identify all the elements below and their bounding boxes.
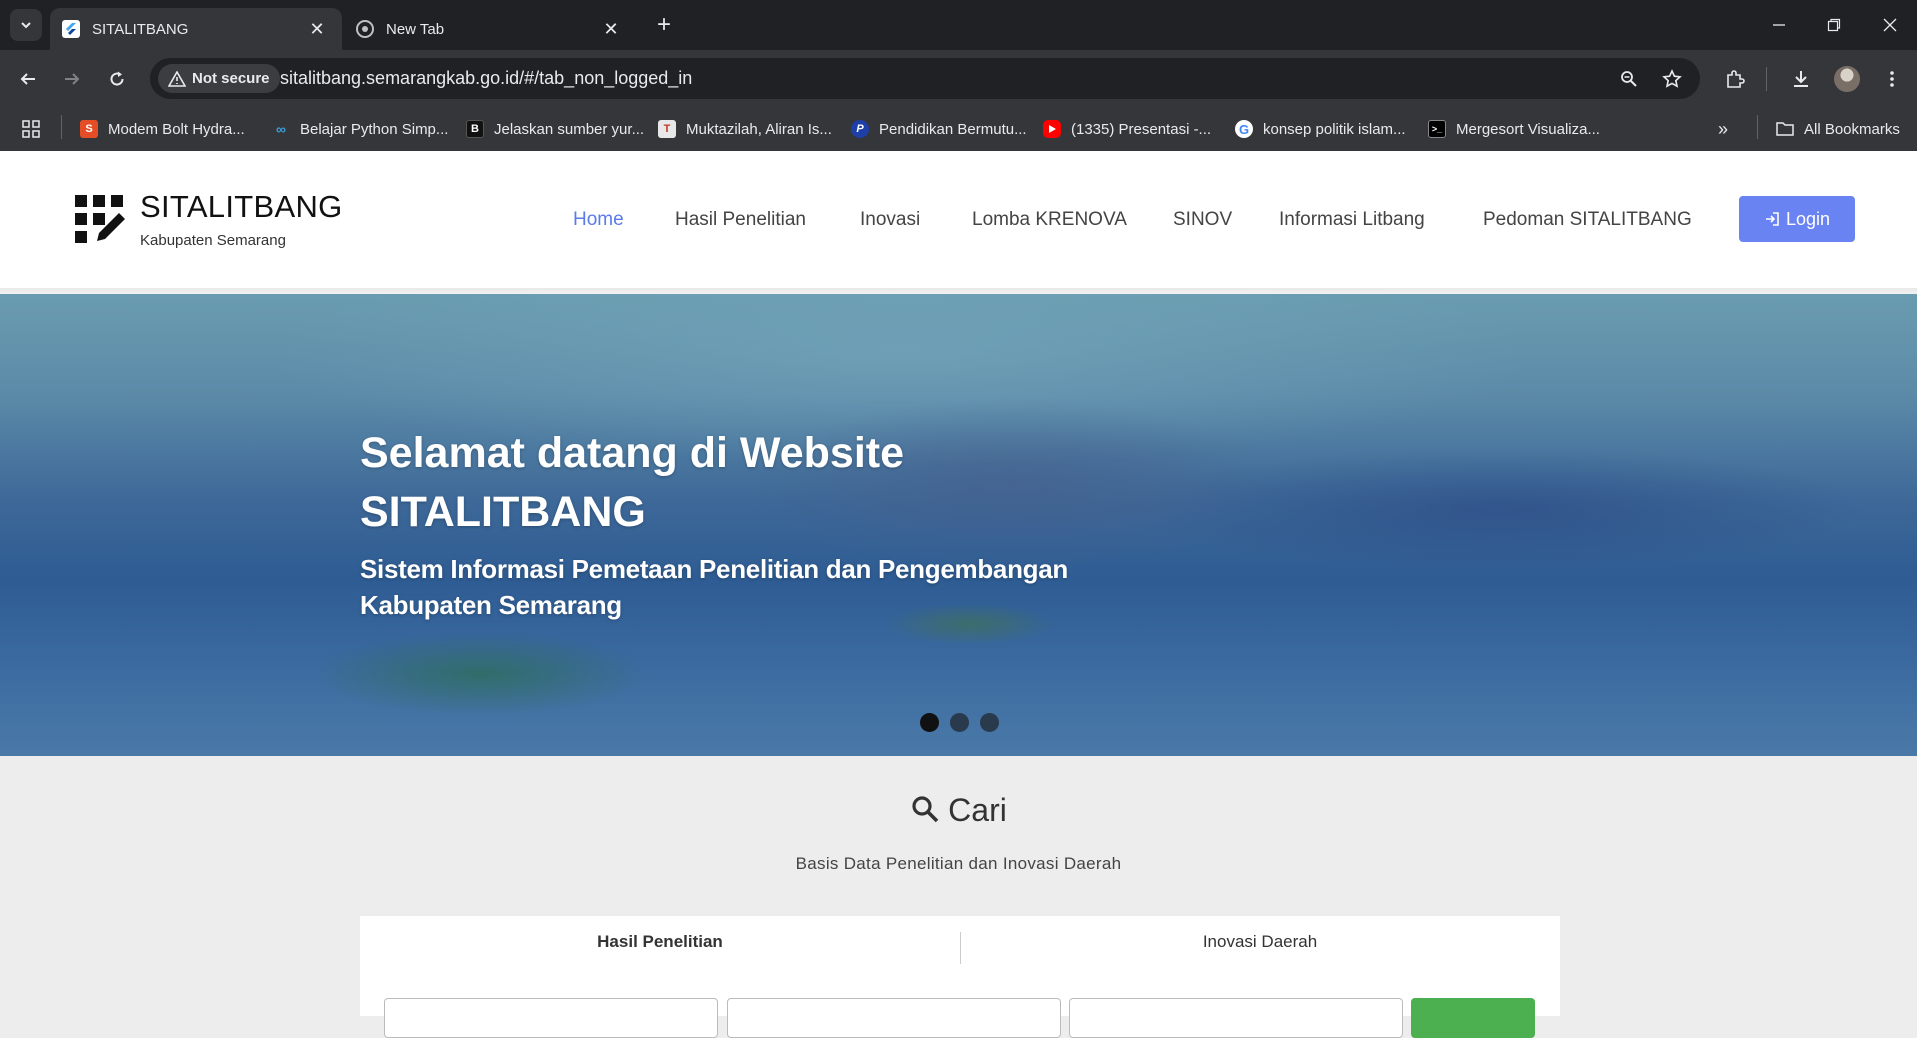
- more-bookmarks-icon[interactable]: »: [1718, 116, 1728, 142]
- logo-edit-grid-icon: [75, 195, 125, 243]
- chevron-down-icon: [21, 22, 31, 29]
- tirto-icon: T: [658, 120, 676, 138]
- carousel-dot-2[interactable]: [950, 713, 969, 732]
- bookmark-item[interactable]: ∞ Belajar Python Simp...: [272, 116, 448, 142]
- shopee-icon: S: [80, 120, 98, 138]
- security-label: Not secure: [192, 70, 270, 87]
- extensions-icon[interactable]: [1718, 62, 1752, 96]
- toolbar-divider: [1766, 67, 1767, 91]
- search-section: Cari Basis Data Penelitian dan Inovasi D…: [0, 756, 1917, 1038]
- bookmark-item[interactable]: (1335) Presentasi -...: [1043, 116, 1211, 142]
- nav-lomba-krenova[interactable]: Lomba KRENOVA: [972, 209, 1127, 231]
- bookmark-item[interactable]: B Jelaskan sumber yur...: [466, 116, 644, 142]
- more-menu-icon[interactable]: [1875, 62, 1909, 96]
- tab-inovasi-daerah[interactable]: Inovasi Daerah: [960, 932, 1560, 952]
- restore-icon[interactable]: [1806, 0, 1862, 50]
- zoom-icon[interactable]: [1616, 66, 1642, 92]
- close-tab-icon[interactable]: ✕: [304, 19, 330, 40]
- tab-sitalitbang[interactable]: SITALITBANG ✕: [50, 8, 342, 50]
- bookmark-item[interactable]: S Modem Bolt Hydra...: [80, 116, 245, 142]
- search-icon: [912, 796, 939, 823]
- security-chip[interactable]: Not secure: [158, 64, 280, 93]
- back-icon[interactable]: [12, 63, 44, 95]
- hero-carousel[interactable]: Selamat datang di Website SITALITBANG Si…: [0, 294, 1917, 756]
- login-button[interactable]: Login: [1739, 196, 1855, 242]
- folder-icon: [1776, 120, 1794, 138]
- bookmark-divider: [61, 115, 62, 139]
- close-window-icon[interactable]: [1862, 0, 1917, 50]
- search-button[interactable]: [1411, 998, 1535, 1038]
- bookmark-label: Belajar Python Simp...: [300, 120, 449, 138]
- url-text[interactable]: sitalitbang.semarangkab.go.id/#/tab_non_…: [280, 58, 692, 99]
- bookmark-item[interactable]: P Pendidikan Bermutu...: [851, 116, 1027, 142]
- warning-icon: [168, 70, 186, 87]
- tab-search-button[interactable]: [10, 9, 42, 41]
- bookmark-divider: [1757, 115, 1758, 139]
- chrome-favicon-icon: [356, 20, 374, 38]
- bookmark-star-icon[interactable]: [1659, 66, 1685, 92]
- bookmark-item[interactable]: T Muktazilah, Aliran Is...: [658, 116, 832, 142]
- search-field-2[interactable]: [727, 998, 1061, 1038]
- bookmark-label: Modem Bolt Hydra...: [108, 120, 245, 138]
- nav-inovasi[interactable]: Inovasi: [860, 209, 920, 231]
- pendidikan-icon: P: [851, 120, 869, 138]
- login-icon: [1765, 212, 1779, 226]
- bookmarks-bar: S Modem Bolt Hydra... ∞ Belajar Python Sim…: [0, 107, 1917, 151]
- bookmark-label: konsep politik islam...: [1263, 120, 1406, 138]
- bookmark-label: Mergesort Visualiza...: [1456, 120, 1600, 138]
- search-title: Cari: [948, 792, 1007, 828]
- nav-pedoman[interactable]: Pedoman SITALITBANG: [1483, 209, 1692, 231]
- brainly-icon: B: [466, 120, 484, 138]
- search-panel: Hasil Penelitian Inovasi Daerah: [360, 916, 1560, 1038]
- brand-subtitle: Kabupaten Semarang: [140, 232, 286, 249]
- nav-sinov[interactable]: SINOV: [1173, 209, 1232, 231]
- carousel-dot-3[interactable]: [980, 713, 999, 732]
- search-heading: Cari: [0, 792, 1917, 829]
- login-label: Login: [1785, 208, 1831, 229]
- dicoding-icon: ∞: [276, 121, 286, 137]
- brand-title[interactable]: SITALITBANG: [140, 189, 343, 225]
- search-field-3[interactable]: [1069, 998, 1403, 1038]
- bookmark-item[interactable]: >_ Mergesort Visualiza...: [1428, 116, 1600, 142]
- flutter-favicon-icon: [62, 20, 80, 38]
- forward-icon[interactable]: [56, 63, 88, 95]
- bookmark-label: Muktazilah, Aliran Is...: [686, 120, 832, 138]
- tab-title: New Tab: [386, 20, 445, 38]
- nav-hasil-penelitian[interactable]: Hasil Penelitian: [675, 209, 806, 231]
- new-tab-button[interactable]: +: [650, 10, 678, 40]
- tab-new-tab[interactable]: New Tab ✕: [344, 8, 636, 50]
- carousel-dot-1[interactable]: [920, 713, 939, 732]
- terminal-icon: >_: [1428, 120, 1446, 138]
- tab-title: SITALITBANG: [92, 20, 189, 38]
- youtube-icon: [1043, 120, 1061, 138]
- bookmark-label: Pendidikan Bermutu...: [879, 120, 1027, 138]
- apps-grid-icon[interactable]: [22, 116, 40, 142]
- address-bar[interactable]: Not secure sitalitbang.semarangkab.go.id…: [150, 58, 1700, 99]
- tab-hasil-penelitian[interactable]: Hasil Penelitian: [360, 932, 960, 952]
- search-subtitle: Basis Data Penelitian dan Inovasi Daerah: [795, 854, 1122, 873]
- browser-toolbar: Not secure sitalitbang.semarangkab.go.id…: [0, 50, 1917, 107]
- all-bookmarks-button[interactable]: All Bookmarks: [1776, 116, 1900, 142]
- minimize-icon[interactable]: [1751, 0, 1807, 50]
- browser-chrome: SITALITBANG ✕ New Tab ✕ + Not secure sit…: [0, 0, 1917, 151]
- profile-avatar[interactable]: [1834, 66, 1860, 92]
- reload-icon[interactable]: [101, 63, 133, 95]
- bookmark-label: (1335) Presentasi -...: [1071, 120, 1212, 138]
- all-bookmarks-label: All Bookmarks: [1804, 120, 1900, 138]
- bookmark-item[interactable]: Gkonsep politik islam...: [1235, 116, 1406, 142]
- close-tab-icon[interactable]: ✕: [598, 19, 624, 40]
- site-header: SITALITBANG Kabupaten Semarang Home Hasi…: [0, 151, 1917, 288]
- tab-strip: SITALITBANG ✕ New Tab ✕ +: [0, 0, 1917, 50]
- bookmark-label: Jelaskan sumber yur...: [494, 120, 645, 138]
- hero-title: Selamat datang di Website SITALITBANG: [360, 429, 905, 536]
- nav-home[interactable]: Home: [573, 209, 624, 231]
- download-icon[interactable]: [1784, 62, 1818, 96]
- search-field-1[interactable]: [384, 998, 718, 1038]
- nav-informasi-litbang[interactable]: Informasi Litbang: [1279, 209, 1425, 231]
- hero-subtitle: Sistem Informasi Pemetaan Penelitian dan…: [360, 554, 1068, 620]
- google-icon: G: [1235, 120, 1253, 138]
